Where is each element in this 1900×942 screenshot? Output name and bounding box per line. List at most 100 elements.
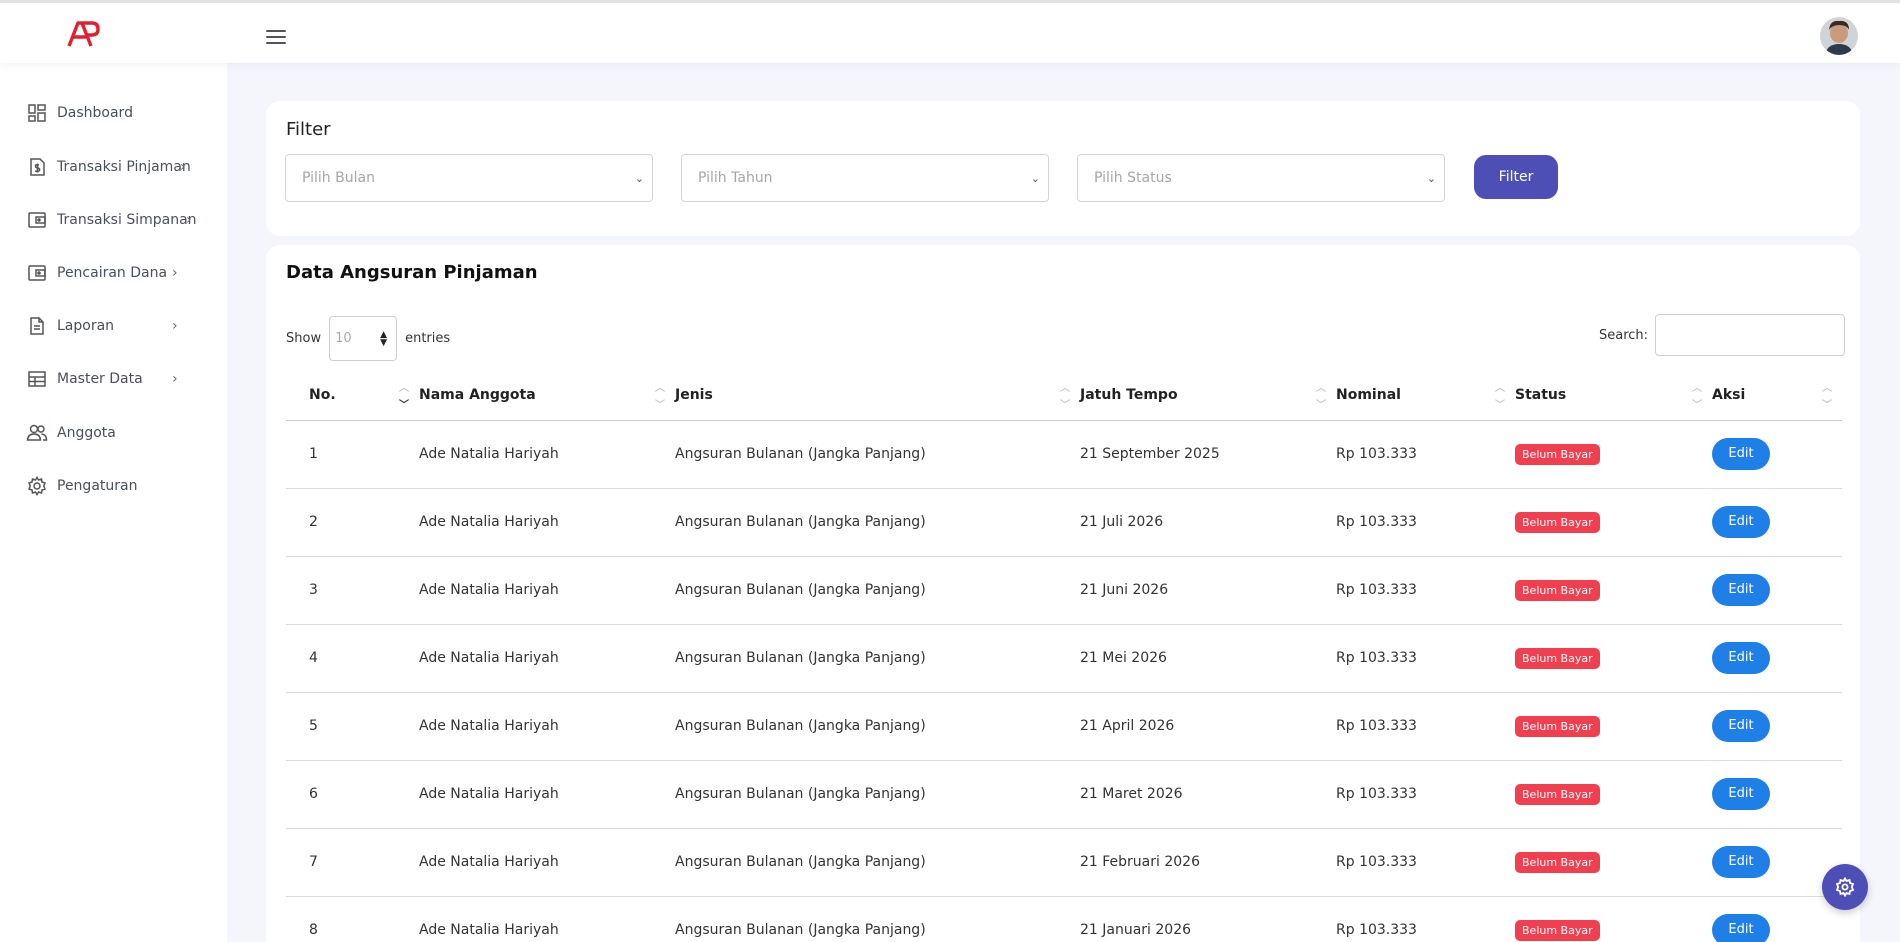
installments-table: No. ︿ ﹀ Nama Anggota ︿ ﹀ Jenis ︿ ﹀ Jatuh Tempo… bbox=[286, 370, 1842, 942]
table-search: Search: bbox=[1599, 314, 1846, 356]
cell-no: 5 bbox=[286, 692, 419, 761]
sidebar-item-transaksi-simpanan[interactable]: Transaksi Simpanan › bbox=[26, 205, 216, 235]
cell-aksi: Edit bbox=[1712, 556, 1842, 625]
cell-jatuh-tempo: 21 Mei 2026 bbox=[1080, 624, 1336, 693]
sidebar-item-laporan[interactable]: Laporan › bbox=[26, 311, 216, 341]
cell-aksi: Edit bbox=[1712, 488, 1842, 557]
edit-button[interactable]: Edit bbox=[1712, 846, 1770, 878]
table-row: 7 Ade Natalia Hariyah Angsuran Bulanan (Ja… bbox=[286, 828, 1842, 897]
edit-button[interactable]: Edit bbox=[1712, 914, 1770, 942]
column-header-jenis[interactable]: Jenis ︿ ﹀ bbox=[675, 370, 1080, 421]
show-label: Show bbox=[286, 331, 322, 346]
cell-no: 6 bbox=[286, 760, 419, 829]
cell-jenis: Angsuran Bulanan (Jangka Panjang) bbox=[675, 760, 1080, 829]
table-row: 1 Ade Natalia Hariyah Angsuran Bulanan (Ja… bbox=[286, 420, 1842, 489]
edit-button[interactable]: Edit bbox=[1712, 642, 1770, 674]
column-header-no[interactable]: No. ︿ ﹀ bbox=[286, 370, 419, 421]
cell-status: Belum Bayar bbox=[1515, 692, 1712, 761]
sidebar-item-label: Anggota bbox=[57, 425, 116, 441]
sidebar-item-label: Laporan bbox=[57, 318, 115, 334]
entries-length-select[interactable]: 10 ▲ ▼ bbox=[329, 316, 398, 361]
menu-toggle-icon[interactable] bbox=[266, 30, 286, 44]
table-row: 2 Ade Natalia Hariyah Angsuran Bulanan (Ja… bbox=[286, 488, 1842, 557]
column-header-nominal[interactable]: Nominal ︿ ﹀ bbox=[1336, 370, 1515, 421]
chevron-right-icon: › bbox=[172, 371, 178, 387]
sort-updown-icon: ▲ ▼ bbox=[380, 330, 388, 348]
users-icon bbox=[26, 422, 48, 444]
year-select[interactable]: Pilih Tahun ⌄ bbox=[681, 154, 1049, 202]
sort-icon: ︿ ﹀ bbox=[1060, 383, 1070, 411]
data-card: Data Angsuran Pinjaman Show 10 ▲ ▼ entrie… bbox=[266, 245, 1860, 942]
cell-status: Belum Bayar bbox=[1515, 556, 1712, 625]
cell-nominal: Rp 103.333 bbox=[1336, 896, 1515, 942]
sidebar-item-master-data[interactable]: Master Data › bbox=[26, 364, 216, 394]
sidebar-item-label: Pengaturan bbox=[57, 478, 138, 494]
cell-no: 1 bbox=[286, 420, 419, 489]
cell-nominal: Rp 103.333 bbox=[1336, 828, 1515, 897]
chevron-right-icon: › bbox=[180, 159, 186, 175]
column-header-aksi[interactable]: Aksi ︿ ﹀ bbox=[1712, 370, 1842, 421]
gear-icon bbox=[1835, 877, 1855, 897]
month-select-placeholder: Pilih Bulan bbox=[302, 170, 375, 186]
cell-nama: Ade Natalia Hariyah bbox=[419, 760, 675, 829]
edit-button[interactable]: Edit bbox=[1712, 778, 1770, 810]
status-badge: Belum Bayar bbox=[1515, 579, 1600, 601]
column-header-nama[interactable]: Nama Anggota ︿ ﹀ bbox=[419, 370, 675, 421]
status-badge: Belum Bayar bbox=[1515, 647, 1600, 669]
cell-nama: Ade Natalia Hariyah bbox=[419, 488, 675, 557]
chevron-right-icon: › bbox=[172, 265, 178, 281]
settings-fab[interactable] bbox=[1822, 864, 1868, 910]
sidebar: Dashboard Transaksi Pinjaman › Transaksi… bbox=[0, 63, 227, 942]
cell-nama: Ade Natalia Hariyah bbox=[419, 692, 675, 761]
edit-button[interactable]: Edit bbox=[1712, 438, 1770, 470]
sidebar-item-transaksi-pinjaman[interactable]: Transaksi Pinjaman › bbox=[26, 152, 216, 182]
cell-jenis: Angsuran Bulanan (Jangka Panjang) bbox=[675, 420, 1080, 489]
sidebar-item-pengaturan[interactable]: Pengaturan bbox=[26, 471, 216, 501]
cell-aksi: Edit bbox=[1712, 624, 1842, 693]
cell-aksi: Edit bbox=[1712, 420, 1842, 489]
cell-jenis: Angsuran Bulanan (Jangka Panjang) bbox=[675, 488, 1080, 557]
table-row: 8 Ade Natalia Hariyah Angsuran Bulanan (Ja… bbox=[286, 896, 1842, 942]
month-select[interactable]: Pilih Bulan ⌄ bbox=[285, 154, 653, 202]
cell-no: 7 bbox=[286, 828, 419, 897]
sidebar-item-anggota[interactable]: Anggota bbox=[26, 418, 216, 448]
gear-icon bbox=[26, 475, 48, 497]
status-badge: Belum Bayar bbox=[1515, 851, 1600, 873]
status-select[interactable]: Pilih Status ⌄ bbox=[1077, 154, 1445, 202]
status-badge: Belum Bayar bbox=[1515, 511, 1600, 533]
page-title: Data Angsuran Pinjaman bbox=[286, 262, 538, 283]
filter-button[interactable]: Filter bbox=[1474, 155, 1558, 199]
edit-button[interactable]: Edit bbox=[1712, 574, 1770, 606]
cell-aksi: Edit bbox=[1712, 692, 1842, 761]
sidebar-item-label: Pencairan Dana bbox=[57, 265, 168, 281]
sort-icon: ︿ ﹀ bbox=[655, 383, 665, 411]
cell-no: 4 bbox=[286, 624, 419, 693]
status-badge: Belum Bayar bbox=[1515, 443, 1600, 465]
search-input[interactable] bbox=[1655, 314, 1846, 356]
sidebar-item-label: Transaksi Pinjaman bbox=[57, 159, 191, 175]
cell-nominal: Rp 103.333 bbox=[1336, 760, 1515, 829]
chevron-right-icon: › bbox=[186, 212, 192, 228]
sort-icon: ︿ ﹀ bbox=[1495, 383, 1505, 411]
top-bar bbox=[0, 0, 1900, 63]
table-row: 5 Ade Natalia Hariyah Angsuran Bulanan (Ja… bbox=[286, 692, 1842, 761]
cell-nominal: Rp 103.333 bbox=[1336, 556, 1515, 625]
cell-nama: Ade Natalia Hariyah bbox=[419, 420, 675, 489]
cell-nama: Ade Natalia Hariyah bbox=[419, 828, 675, 897]
cell-no: 2 bbox=[286, 488, 419, 557]
user-avatar[interactable] bbox=[1820, 17, 1858, 55]
sort-icon: ︿ ﹀ bbox=[1692, 383, 1702, 411]
edit-button[interactable]: Edit bbox=[1712, 710, 1770, 742]
column-header-status[interactable]: Status ︿ ﹀ bbox=[1515, 370, 1712, 421]
sidebar-item-pencairan-dana[interactable]: Pencairan Dana › bbox=[26, 258, 216, 288]
edit-button[interactable]: Edit bbox=[1712, 506, 1770, 538]
cell-jatuh-tempo: 21 Februari 2026 bbox=[1080, 828, 1336, 897]
table-body: 1 Ade Natalia Hariyah Angsuran Bulanan (Ja… bbox=[286, 420, 1842, 942]
cell-aksi: Edit bbox=[1712, 760, 1842, 829]
app-logo[interactable] bbox=[66, 20, 100, 48]
cell-jatuh-tempo: 21 Juni 2026 bbox=[1080, 556, 1336, 625]
sidebar-item-dashboard[interactable]: Dashboard bbox=[26, 98, 216, 128]
cell-nominal: Rp 103.333 bbox=[1336, 420, 1515, 489]
column-header-jatuh-tempo[interactable]: Jatuh Tempo ︿ ﹀ bbox=[1080, 370, 1336, 421]
status-badge: Belum Bayar bbox=[1515, 783, 1600, 805]
